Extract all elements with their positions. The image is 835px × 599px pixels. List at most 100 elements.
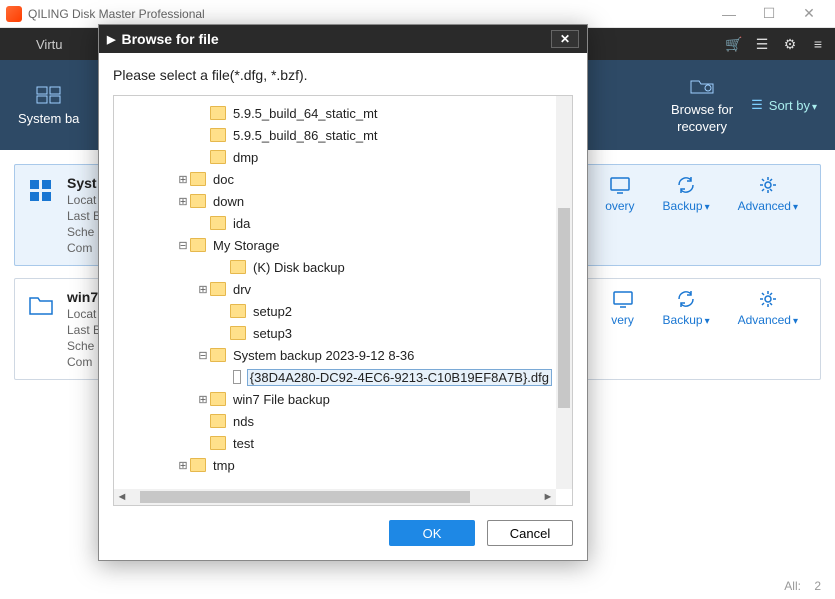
windows-icon xyxy=(35,85,63,105)
tree-label: {38D4A280-DC92-4EC6-9213-C10B19EF8A7B}.d… xyxy=(247,369,552,386)
backup-button[interactable]: Backup xyxy=(663,175,710,213)
tree-label: dmp xyxy=(232,150,259,165)
folder-icon xyxy=(210,348,226,362)
dialog-title-text: Browse for file xyxy=(121,31,218,47)
sort-icon: ☰ xyxy=(751,97,763,113)
tree-folder[interactable]: ⊟ My Storage xyxy=(118,234,552,256)
browse-recovery-button[interactable]: Browse for recovery xyxy=(653,76,751,134)
tree-label: (K) Disk backup xyxy=(252,260,346,275)
tree-folder[interactable]: setup2 xyxy=(118,300,552,322)
expand-icon[interactable]: ⊞ xyxy=(176,195,190,208)
gear-icon xyxy=(756,289,780,309)
folder-icon xyxy=(190,238,206,252)
tree-folder[interactable]: ida xyxy=(118,212,552,234)
scrollbar-thumb[interactable] xyxy=(558,208,570,408)
cancel-button[interactable]: Cancel xyxy=(487,520,573,546)
folder-icon xyxy=(210,150,226,164)
tree-folder[interactable]: 5.9.5_build_86_static_mt xyxy=(118,124,552,146)
tree-label: doc xyxy=(212,172,235,187)
store-icon[interactable]: 🛒 xyxy=(725,35,743,53)
folder-search-icon xyxy=(688,76,716,96)
tree-folder[interactable]: setup3 xyxy=(118,322,552,344)
backup-label: Backup xyxy=(663,199,710,213)
tree-label: win7 File backup xyxy=(232,392,331,407)
tab-virtual-label: Virtu xyxy=(36,37,63,52)
backup-label: Backup xyxy=(663,313,710,327)
app-title: QILING Disk Master Professional xyxy=(28,7,709,21)
tree-folder[interactable]: ⊞tmp xyxy=(118,454,552,476)
backup-button[interactable]: Backup xyxy=(663,289,710,327)
expand-icon[interactable]: ⊞ xyxy=(196,283,210,296)
close-button[interactable]: ✕ xyxy=(789,0,829,28)
recovery-button[interactable]: overy xyxy=(605,175,634,213)
tree-label: System backup 2023-9-12 8-36 xyxy=(232,348,415,363)
tree-label: setup3 xyxy=(252,326,293,341)
tree-folder[interactable]: test xyxy=(118,432,552,454)
folder-icon xyxy=(210,106,226,120)
tree-folder[interactable]: nds xyxy=(118,410,552,432)
tab-virtual[interactable]: Virtu xyxy=(18,28,81,60)
folder-icon xyxy=(190,172,206,186)
tree-folder[interactable]: ⊞ win7 File backup xyxy=(118,388,552,410)
triangle-icon: ▶ xyxy=(107,33,115,46)
monitor-icon xyxy=(611,289,635,309)
ok-button[interactable]: OK xyxy=(389,520,475,546)
dialog-instruction: Please select a file(*.dfg, *.bzf). xyxy=(99,53,587,91)
tree-label: test xyxy=(232,436,255,451)
browse-recovery-label2: recovery xyxy=(677,119,727,134)
gear-icon[interactable]: ⚙ xyxy=(781,35,799,53)
system-backup-label: System ba xyxy=(18,111,79,126)
monitor-icon xyxy=(608,175,632,195)
collapse-icon[interactable]: ⊟ xyxy=(176,239,190,252)
menu-icon[interactable]: ≡ xyxy=(809,35,827,53)
advanced-button[interactable]: Advanced xyxy=(738,175,798,213)
folder-icon xyxy=(210,436,226,450)
dialog-titlebar[interactable]: ▶ Browse for file ✕ xyxy=(99,25,587,53)
footer-count: 2 xyxy=(814,579,821,593)
app-logo-icon xyxy=(6,6,22,22)
advanced-button[interactable]: Advanced xyxy=(738,289,798,327)
folder-icon xyxy=(210,414,226,428)
maximize-button[interactable]: ☐ xyxy=(749,0,789,28)
folder-icon xyxy=(210,216,226,230)
gear-icon xyxy=(756,175,780,195)
scroll-left-icon[interactable]: ◄ xyxy=(114,491,130,503)
file-tree-viewport[interactable]: 5.9.5_build_64_static_mt 5.9.5_build_86_… xyxy=(114,96,556,489)
folder-icon xyxy=(190,458,206,472)
file-tree: 5.9.5_build_64_static_mt 5.9.5_build_86_… xyxy=(113,95,573,506)
refresh-icon xyxy=(674,175,698,195)
scrollbar-thumb[interactable] xyxy=(140,491,470,503)
advanced-label: Advanced xyxy=(738,313,798,327)
tree-folder[interactable]: (K) Disk backup xyxy=(118,256,552,278)
folder-icon xyxy=(230,326,246,340)
horizontal-scrollbar[interactable]: ◄ ► xyxy=(114,489,556,505)
dialog-close-button[interactable]: ✕ xyxy=(551,30,579,48)
list-icon[interactable]: ☰ xyxy=(753,35,771,53)
tree-label: My Storage xyxy=(212,238,280,253)
status-footer: All: 2 xyxy=(784,579,821,593)
tree-folder[interactable]: 5.9.5_build_64_static_mt xyxy=(118,102,552,124)
tree-folder[interactable]: dmp xyxy=(118,146,552,168)
ok-label: OK xyxy=(423,526,442,541)
scroll-right-icon[interactable]: ► xyxy=(540,491,556,503)
expand-icon[interactable]: ⊞ xyxy=(196,393,210,406)
tree-folder[interactable]: ⊞down xyxy=(118,190,552,212)
folder-icon xyxy=(230,260,246,274)
sort-by-button[interactable]: ☰ Sort by xyxy=(751,97,835,113)
cancel-label: Cancel xyxy=(510,526,550,541)
recovery-button[interactable]: very xyxy=(611,289,635,327)
tree-file-selected[interactable]: {38D4A280-DC92-4EC6-9213-C10B19EF8A7B}.d… xyxy=(118,366,552,388)
tree-folder[interactable]: ⊞drv xyxy=(118,278,552,300)
tree-folder[interactable]: ⊟ System backup 2023-9-12 8-36 xyxy=(118,344,552,366)
expand-icon[interactable]: ⊞ xyxy=(176,173,190,186)
browse-file-dialog: ▶ Browse for file ✕ Please select a file… xyxy=(98,24,588,561)
system-backup-button[interactable]: System ba xyxy=(0,85,97,126)
recovery-label: very xyxy=(611,313,634,327)
expand-icon[interactable]: ⊞ xyxy=(176,459,190,472)
tree-label: ida xyxy=(232,216,251,231)
tree-folder[interactable]: ⊞ doc xyxy=(118,168,552,190)
vertical-scrollbar[interactable] xyxy=(556,96,572,489)
minimize-button[interactable]: — xyxy=(709,0,749,28)
folder-icon xyxy=(190,194,206,208)
collapse-icon[interactable]: ⊟ xyxy=(196,349,210,362)
